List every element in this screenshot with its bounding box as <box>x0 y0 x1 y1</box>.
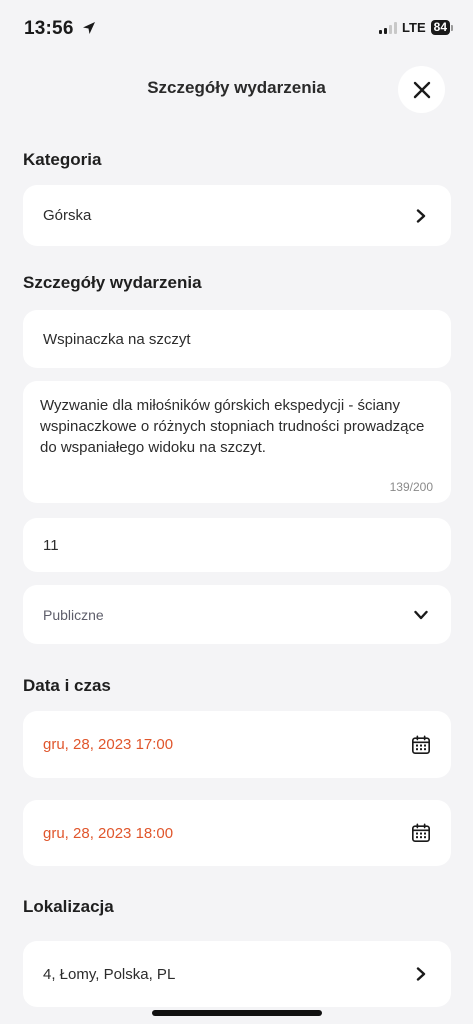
signal-icon <box>379 21 398 34</box>
chevron-right-icon <box>411 206 431 226</box>
visibility-value: Publiczne <box>43 606 104 623</box>
visibility-select[interactable]: Publiczne <box>23 585 451 644</box>
event-description-value: Wyzwanie dla miłośników górskich ekspedy… <box>40 397 425 456</box>
participants-field[interactable]: 11 <box>23 518 451 572</box>
location-section-label: Lokalizacja <box>23 897 114 916</box>
end-datetime-value: gru, 28, 2023 18:00 <box>43 824 174 842</box>
datetime-section-label: Data i czas <box>23 676 111 695</box>
close-button[interactable] <box>398 66 445 113</box>
calendar-icon[interactable] <box>411 735 431 755</box>
details-section-label: Szczegóły wydarzenia <box>23 273 202 292</box>
calendar-icon[interactable] <box>411 823 431 843</box>
home-indicator <box>152 1010 322 1016</box>
category-section-label: Kategoria <box>23 150 102 169</box>
end-datetime-field[interactable]: gru, 28, 2023 18:00 <box>23 800 451 866</box>
location-select[interactable]: 4, Łomy, Polska, PL <box>23 941 451 1007</box>
event-description-field[interactable]: Wyzwanie dla miłośników górskich ekspedy… <box>23 381 451 503</box>
status-time: 13:56 <box>24 18 97 40</box>
char-counter: 139/200 <box>389 480 433 494</box>
close-icon <box>413 81 430 98</box>
location-arrow-icon <box>83 22 96 34</box>
chevron-down-icon <box>411 605 431 625</box>
event-name-field[interactable]: Wspinaczka na szczyt <box>23 310 451 368</box>
location-value: 4, Łomy, Polska, PL <box>43 965 176 983</box>
battery-icon: 84 <box>430 20 453 35</box>
event-name-value: Wspinaczka na szczyt <box>43 330 191 348</box>
network-type: LTE <box>402 20 426 35</box>
chevron-right-icon <box>411 964 431 984</box>
category-value: Górska <box>43 207 92 224</box>
start-datetime-value: gru, 28, 2023 17:00 <box>43 736 174 753</box>
battery-level: 84 <box>430 20 450 35</box>
category-select[interactable]: Górska <box>23 185 451 246</box>
start-datetime-field[interactable]: gru, 28, 2023 17:00 <box>23 711 451 778</box>
participants-value: 11 <box>43 536 59 554</box>
status-indicators: LTE 84 <box>379 20 453 35</box>
